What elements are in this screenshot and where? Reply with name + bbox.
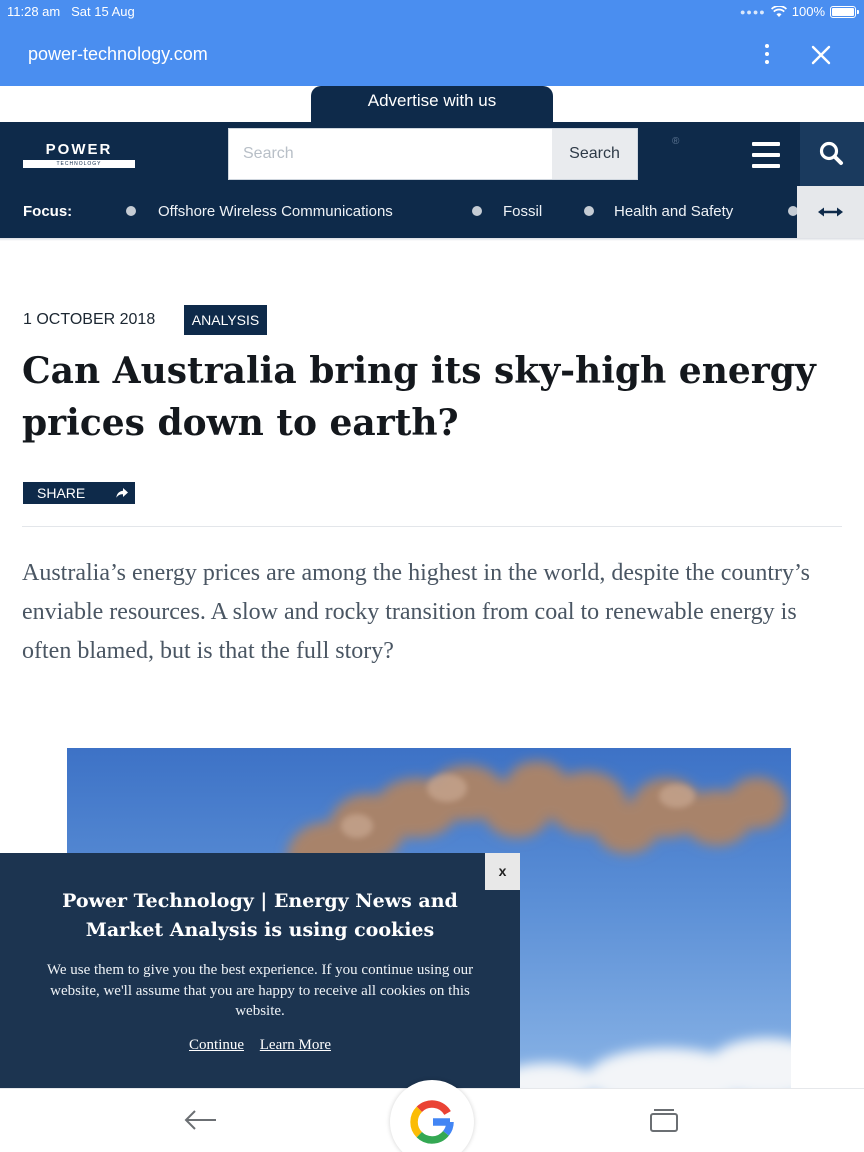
article-lead: Australia’s energy prices are among the … [22,560,811,664]
focus-item-health-safety[interactable]: Health and Safety [614,203,733,220]
battery-icon [830,5,859,18]
logo-word: POWER [45,141,113,158]
focus-label: Focus: [23,203,73,220]
url-label[interactable]: power-technology.com [28,44,208,65]
back-arrow-icon[interactable] [183,1108,219,1132]
search-input[interactable] [229,129,551,179]
focus-scroll-button[interactable] [797,186,864,238]
article-date: 1 OCTOBER 2018 [23,311,156,328]
share-label: SHARE [37,485,86,501]
share-button[interactable]: SHARE [23,482,135,504]
header-shadow [0,238,864,241]
cookie-title: Power Technology | Energy News and Marke… [62,890,458,941]
signal-icon: ●●●● [740,6,766,17]
search-button[interactable]: Search [552,129,637,179]
status-time: 11:28 am Sat 15 Aug [7,4,135,19]
search-icon [819,141,843,165]
tabs-icon[interactable] [648,1106,680,1134]
bullet-icon [472,206,482,216]
bullet-icon [584,206,594,216]
search-toggle-button[interactable] [800,122,864,186]
bullet-icon [126,206,136,216]
battery-percent: 100% [791,4,825,19]
hamburger-menu-icon[interactable] [752,142,780,168]
cookie-links: Continue Learn More [0,1037,520,1054]
google-button[interactable] [390,1080,474,1152]
wifi-icon [770,5,787,17]
google-logo-icon [410,1100,454,1144]
divider [22,526,842,527]
horizontal-arrows-icon [818,207,843,217]
share-arrow-icon [116,488,128,498]
site-logo[interactable]: POWER TECHNOLOGY [23,142,135,170]
registered-mark: ® [672,136,680,147]
cookie-close-button[interactable]: x [485,853,520,890]
advertise-button[interactable]: Advertise with us [311,86,553,122]
status-bar: 11:28 am Sat 15 Aug ●●●● 100% [0,0,864,24]
article-tag[interactable]: ANALYSIS [184,305,267,335]
focus-item-offshore[interactable]: Offshore Wireless Communications [158,203,393,220]
browser-toolbar: power-technology.com [0,24,864,86]
kebab-menu-icon[interactable] [758,40,776,68]
site-search: Search [228,128,638,180]
close-icon[interactable] [806,40,836,70]
cookie-body: We use them to give you the best experie… [46,962,474,1019]
focus-item-fossil[interactable]: Fossil [503,203,542,220]
cookie-learn-more-link[interactable]: Learn More [260,1037,331,1053]
cookie-banner: x Power Technology | Energy News and Mar… [0,853,520,1088]
article-title: Can Australia bring its sky-high energy … [22,350,816,444]
cookie-continue-link[interactable]: Continue [189,1037,244,1053]
focus-bar: Focus: Offshore Wireless Communications … [0,186,864,238]
logo-sub: TECHNOLOGY [23,160,135,168]
